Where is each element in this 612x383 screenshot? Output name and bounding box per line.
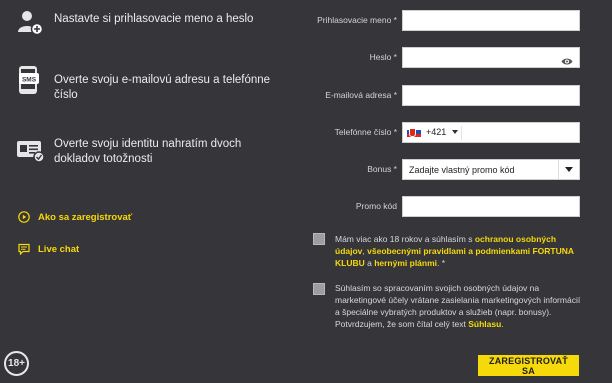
how-to-register-label: Ako sa zaregistrovať <box>38 211 133 223</box>
step-verify-identity: Overte svoju identitu nahratím dvoch dok… <box>16 136 284 167</box>
play-circle-icon <box>18 211 30 223</box>
bonus-selected-value: Zadajte vlastný promo kód <box>409 165 515 175</box>
step-text: Overte svoju e-mailovú adresu a telefónn… <box>54 74 271 101</box>
game-plans-link[interactable]: hernými plánmi <box>374 258 437 268</box>
consent-text: Súhlasím so spracovaním svojich osobných… <box>335 283 581 329</box>
id-card-icon <box>16 136 46 166</box>
email-input[interactable] <box>403 86 579 106</box>
dropdown-arrow-icon[interactable] <box>558 160 579 179</box>
sms-phone-icon: SMS <box>16 66 46 96</box>
password-label: Heslo * <box>369 52 397 62</box>
slovakia-flag-icon <box>407 127 421 137</box>
username-input[interactable] <box>403 11 579 31</box>
chevron-down-icon <box>452 130 459 134</box>
live-chat-link[interactable]: Live chat <box>18 243 79 255</box>
user-add-icon <box>16 8 46 38</box>
chat-icon <box>18 243 30 255</box>
promo-code-field[interactable] <box>402 196 580 217</box>
consent-link[interactable]: Súhlasu <box>468 319 501 329</box>
terms-consent-text: Mám viac ako 18 rokov a súhlasím s ochra… <box>335 233 585 269</box>
country-code-value: +421 <box>426 127 447 137</box>
phone-label: Telefónne číslo * <box>334 127 397 137</box>
consent-text: Mám viac ako 18 rokov a súhlasím s <box>335 234 475 244</box>
how-to-register-link[interactable]: Ako sa zaregistrovať <box>18 211 132 223</box>
register-button[interactable]: ZAREGISTROVAŤ SA <box>478 355 579 376</box>
username-field[interactable] <box>402 10 580 31</box>
live-chat-label: Live chat <box>38 243 80 255</box>
bonus-label: Bonus * <box>367 164 397 174</box>
step-text: Nastavte si prihlasovacie meno a heslo <box>54 13 254 25</box>
consent-text: . <box>501 319 504 329</box>
bonus-select[interactable]: Zadajte vlastný promo kód <box>402 159 580 180</box>
age-restriction-badge: 18+ <box>4 351 29 376</box>
phone-input[interactable] <box>463 123 579 142</box>
registration-page: Nastavte si prihlasovacie meno a heslo S… <box>0 0 612 383</box>
promo-code-label: Promo kód <box>355 201 397 211</box>
email-label: E-mailová adresa * <box>325 90 397 100</box>
country-code-selector[interactable]: +421 <box>407 127 459 137</box>
step-set-credentials: Nastavte si prihlasovacie meno a heslo <box>16 8 284 38</box>
step-text: Overte svoju identitu nahratím dvoch dok… <box>54 138 242 165</box>
step-verify-contacts: SMS Overte svoju e-mailovú adresu a tele… <box>16 66 284 103</box>
marketing-consent-text: Súhlasím so spracovaním svojich osobných… <box>335 282 585 330</box>
phone-field[interactable]: +421 <box>402 122 580 143</box>
terms-checkbox[interactable] <box>313 233 325 245</box>
marketing-checkbox[interactable] <box>313 283 325 295</box>
consent-text: a <box>364 258 375 268</box>
username-label: Prihlasovacie meno * <box>317 15 397 25</box>
email-field[interactable] <box>402 85 580 106</box>
password-field[interactable] <box>402 47 580 68</box>
password-input[interactable] <box>403 48 579 68</box>
show-password-eye-icon[interactable] <box>561 53 573 71</box>
promo-code-input[interactable] <box>403 197 579 217</box>
consent-text: . * <box>437 258 446 268</box>
svg-text:SMS: SMS <box>22 77 37 84</box>
